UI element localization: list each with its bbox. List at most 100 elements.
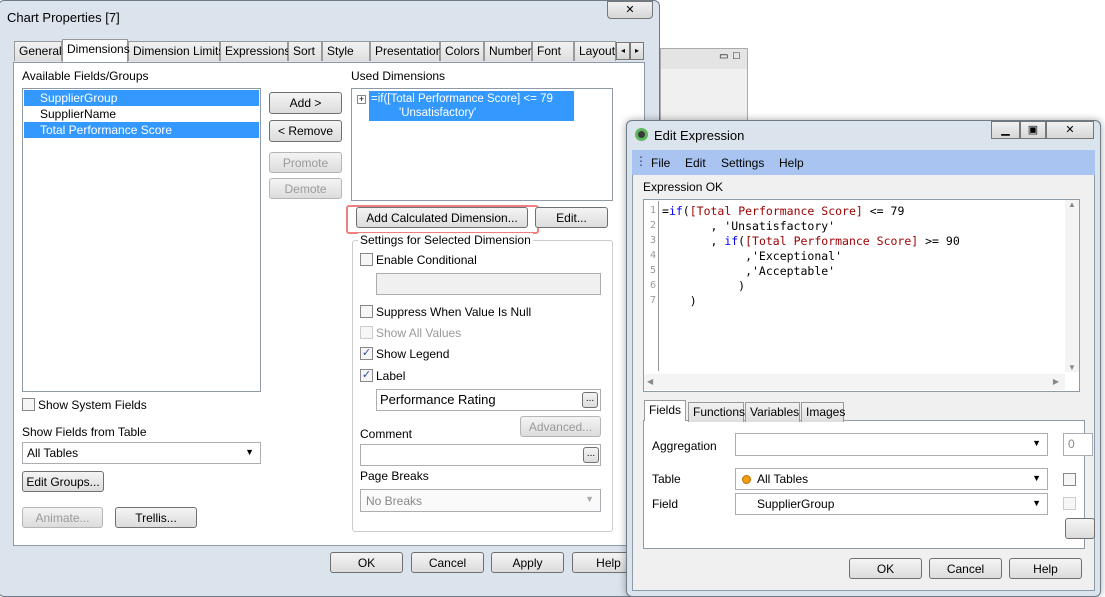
add-button[interactable]: Add >: [269, 92, 342, 114]
remove-button[interactable]: < Remove: [269, 120, 342, 142]
maximize-button[interactable]: ▣: [1020, 121, 1046, 139]
enable-conditional-label: Enable Conditional: [376, 253, 477, 267]
tab-dimension-limits[interactable]: Dimension Limits: [128, 41, 224, 61]
help-button[interactable]: Help: [1009, 558, 1082, 579]
chevron-down-icon: ▼: [1032, 473, 1041, 483]
tab-scroll-left[interactable]: ◂: [616, 42, 630, 60]
code-line: ): [662, 279, 746, 293]
menu-bar: ⋮ File Edit Settings Help: [632, 150, 1095, 175]
demote-button[interactable]: Demote: [269, 178, 342, 199]
line-number: 3: [649, 235, 656, 246]
list-item[interactable]: SupplierGroup: [24, 90, 259, 106]
side-button[interactable]: [1065, 518, 1095, 539]
line-number: 4: [649, 250, 656, 261]
minimize-button[interactable]: ▁: [991, 121, 1020, 139]
maximize-icon[interactable]: □: [733, 50, 740, 62]
close-button[interactable]: ✕: [607, 1, 653, 19]
suppress-null-checkbox[interactable]: [360, 305, 373, 318]
tab-sort[interactable]: Sort: [288, 41, 322, 61]
tab-fields[interactable]: Fields: [644, 400, 686, 421]
menu-help[interactable]: Help: [779, 156, 804, 170]
vertical-scrollbar[interactable]: ▲ ▼: [1065, 200, 1079, 372]
tab-font[interactable]: Font: [532, 41, 574, 61]
minimize-icon[interactable]: ▭: [719, 51, 728, 62]
tab-variables[interactable]: Variables: [745, 402, 800, 422]
tab-scroll-right[interactable]: ▸: [630, 42, 644, 60]
close-button[interactable]: ✕: [1046, 121, 1094, 139]
code-line: ): [662, 294, 697, 308]
chevron-down-icon: ▼: [1032, 438, 1041, 448]
suppress-null-label: Suppress When Value Is Null: [376, 305, 532, 319]
edit-button[interactable]: Edit...: [535, 207, 608, 228]
page-breaks-value: No Breaks: [366, 494, 423, 508]
advanced-button[interactable]: Advanced...: [520, 416, 601, 437]
available-fields-label: Available Fields/Groups: [22, 69, 149, 83]
cancel-button[interactable]: Cancel: [929, 558, 1002, 579]
expand-icon[interactable]: +: [357, 95, 366, 104]
field-value: SupplierGroup: [757, 497, 835, 511]
tab-general[interactable]: General: [14, 41, 62, 61]
label-ellipsis-button[interactable]: ...: [582, 392, 598, 408]
tab-number[interactable]: Number: [484, 41, 532, 61]
code-line: ,'Acceptable': [662, 264, 836, 278]
comment-label: Comment: [360, 427, 413, 441]
table-select[interactable]: All Tables ▼: [22, 442, 261, 464]
ok-button[interactable]: OK: [849, 558, 922, 579]
tab-expressions[interactable]: Expressions: [220, 41, 290, 61]
tab-presentation[interactable]: Presentation: [370, 41, 442, 61]
field-select[interactable]: SupplierGroup ▼: [735, 493, 1048, 515]
edit-groups-button[interactable]: Edit Groups...: [22, 471, 104, 492]
label-value: Performance Rating: [380, 392, 496, 407]
show-system-fields-checkbox[interactable]: [22, 398, 35, 411]
tab-dimensions[interactable]: Dimensions: [62, 39, 130, 62]
comment-ellipsis-button[interactable]: ...: [583, 447, 599, 463]
tab-layout[interactable]: Layout: [574, 41, 616, 61]
table-label: Table: [652, 472, 681, 486]
tab-images[interactable]: Images: [801, 402, 845, 422]
side-checkbox-2[interactable]: [1063, 497, 1076, 510]
table-dot-icon: [742, 475, 751, 484]
menu-file[interactable]: File: [651, 156, 670, 170]
used-dimensions-list[interactable]: + =if([Total Performance Score] <= 79 'U…: [351, 88, 613, 201]
side-checkbox[interactable]: [1063, 473, 1076, 486]
tab-style[interactable]: Style: [322, 41, 370, 61]
code-line: ,'Exceptional': [662, 249, 843, 263]
line-number: 2: [649, 220, 656, 231]
enable-conditional-checkbox[interactable]: [360, 253, 373, 266]
show-legend-label: Show Legend: [376, 347, 450, 361]
show-legend-checkbox[interactable]: ✓: [360, 347, 373, 360]
tab-colors[interactable]: Colors: [440, 41, 484, 61]
code-line: , 'Unsatisfactory': [662, 219, 836, 233]
label-input[interactable]: Performance Rating ...: [376, 389, 601, 411]
list-item[interactable]: Total Performance Score: [24, 122, 259, 138]
show-system-fields-label: Show System Fields: [38, 398, 147, 412]
line-number: 1: [649, 205, 656, 216]
show-all-values-checkbox[interactable]: [360, 326, 373, 339]
side-value-input[interactable]: 0: [1063, 433, 1093, 456]
menu-edit[interactable]: Edit: [685, 156, 706, 170]
label-checkbox[interactable]: ✓: [360, 369, 373, 382]
list-item[interactable]: SupplierName: [24, 106, 259, 122]
apply-button[interactable]: Apply: [491, 552, 564, 573]
promote-button[interactable]: Promote: [269, 152, 342, 173]
table-select[interactable]: All Tables ▼: [735, 468, 1048, 490]
trellis-button[interactable]: Trellis...: [115, 507, 197, 528]
menu-settings[interactable]: Settings: [721, 156, 764, 170]
aggregation-select[interactable]: ▼: [735, 433, 1048, 456]
used-dimensions-label: Used Dimensions: [351, 69, 446, 83]
animate-button[interactable]: Animate...: [22, 507, 103, 528]
conditional-input[interactable]: [376, 273, 601, 295]
gutter-divider: [658, 201, 659, 371]
chevron-down-icon: ▼: [245, 447, 254, 457]
comment-input[interactable]: ...: [360, 444, 601, 466]
cancel-button[interactable]: Cancel: [411, 552, 484, 573]
tab-functions[interactable]: Functions: [688, 402, 745, 422]
available-fields-list[interactable]: SupplierGroup SupplierName Total Perform…: [22, 88, 261, 392]
ok-button[interactable]: OK: [330, 552, 403, 573]
list-item[interactable]: =if([Total Performance Score] <= 79 'Uns…: [369, 91, 574, 121]
page-breaks-select[interactable]: No Breaks ▼: [360, 489, 601, 512]
horizontal-scrollbar[interactable]: ◀ ▶: [644, 374, 1065, 390]
code-line: , if([Total Performance Score] >= 90: [662, 234, 960, 248]
menu-grip-icon: ⋮: [635, 154, 647, 168]
add-calculated-dimension-button[interactable]: Add Calculated Dimension...: [356, 207, 528, 228]
